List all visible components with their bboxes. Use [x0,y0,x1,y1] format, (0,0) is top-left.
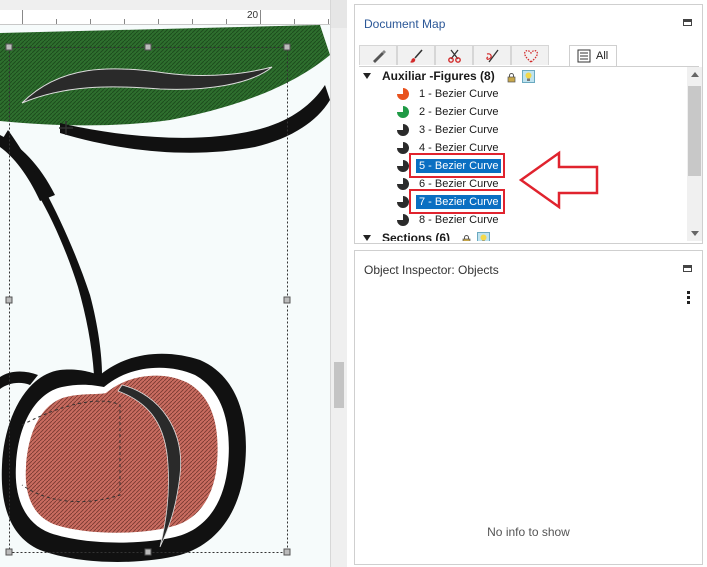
highlight-box [409,153,505,178]
pin-icon[interactable] [683,265,692,272]
curve-pie-icon [397,196,409,208]
tree-item[interactable]: 1 - Bezier Curve [397,85,501,103]
pin-icon[interactable] [683,19,692,26]
curve-pie-icon [397,106,409,118]
group-label: Auxiliar -Figures (8) [382,69,495,83]
ruler-label: 20 [247,10,259,21]
list-icon [577,49,591,63]
scrollbar-thumb[interactable] [688,86,701,176]
visibility-bulb-icon[interactable] [477,231,491,241]
tree-item-label: 2 - Bezier Curve [419,106,499,118]
curve-pie-icon [397,178,409,190]
needle-icon [486,49,499,63]
tab-brush[interactable] [397,45,435,65]
tab-scissors[interactable] [435,45,473,65]
tab-needle[interactable] [473,45,511,65]
tree-item[interactable]: 2 - Bezier Curve [397,103,501,121]
curve-pie-icon [397,142,409,154]
curve-pie-icon [397,214,409,226]
expand-arrow-icon[interactable] [363,235,371,241]
stem [0,130,102,375]
canvas-vertical-scrollbar[interactable] [330,0,347,567]
highlight-box [409,189,505,214]
group-label: Sections (6) [382,231,451,241]
tab-heart-stitch[interactable] [511,45,549,65]
tree-group-sections[interactable]: Sections (6) [382,229,491,241]
canvas-header-strip [0,0,330,10]
tab-all[interactable]: All [569,45,617,66]
pencil-icon [373,50,386,63]
visibility-bulb-icon[interactable] [521,69,535,83]
tree-item[interactable]: 3 - Bezier Curve [397,121,501,139]
lock-icon[interactable] [462,234,471,241]
tree-scrollbar[interactable] [687,67,702,241]
more-options-icon[interactable] [687,291,690,306]
scissors-icon [448,49,461,63]
scroll-up-icon[interactable] [691,72,699,77]
tree-item-label: 8 - Bezier Curve [419,214,499,226]
scroll-down-icon[interactable] [691,231,699,236]
document-map-tabs: All [359,45,699,67]
heart-stitch-icon [524,49,538,63]
curve-pie-icon [397,124,409,136]
curve-pie-icon [397,88,409,100]
tree-item-label: 3 - Bezier Curve [419,124,499,136]
brush-icon [410,49,423,63]
empty-state-text: No info to show [487,525,570,539]
expand-arrow-icon[interactable] [363,73,371,79]
cherry-artwork [0,25,330,562]
horizontal-ruler: 20 [0,10,330,25]
embroidery-drawing[interactable] [0,25,330,567]
annotation-arrow-icon [518,150,599,210]
object-inspector-panel: Object Inspector: Objects No info to sho… [354,250,703,565]
curve-pie-icon [397,160,409,172]
tab-pencil[interactable] [359,45,397,65]
tree-group-auxiliar[interactable]: Auxiliar -Figures (8) [382,67,535,85]
lock-icon[interactable] [507,72,516,82]
design-canvas[interactable]: 20 [0,0,330,567]
tab-all-label: All [596,50,609,62]
panel-title: Object Inspector: Objects [364,263,499,277]
panel-title: Document Map [364,17,446,31]
scrollbar-thumb[interactable] [334,362,344,408]
tree-item-label: 1 - Bezier Curve [419,88,499,100]
